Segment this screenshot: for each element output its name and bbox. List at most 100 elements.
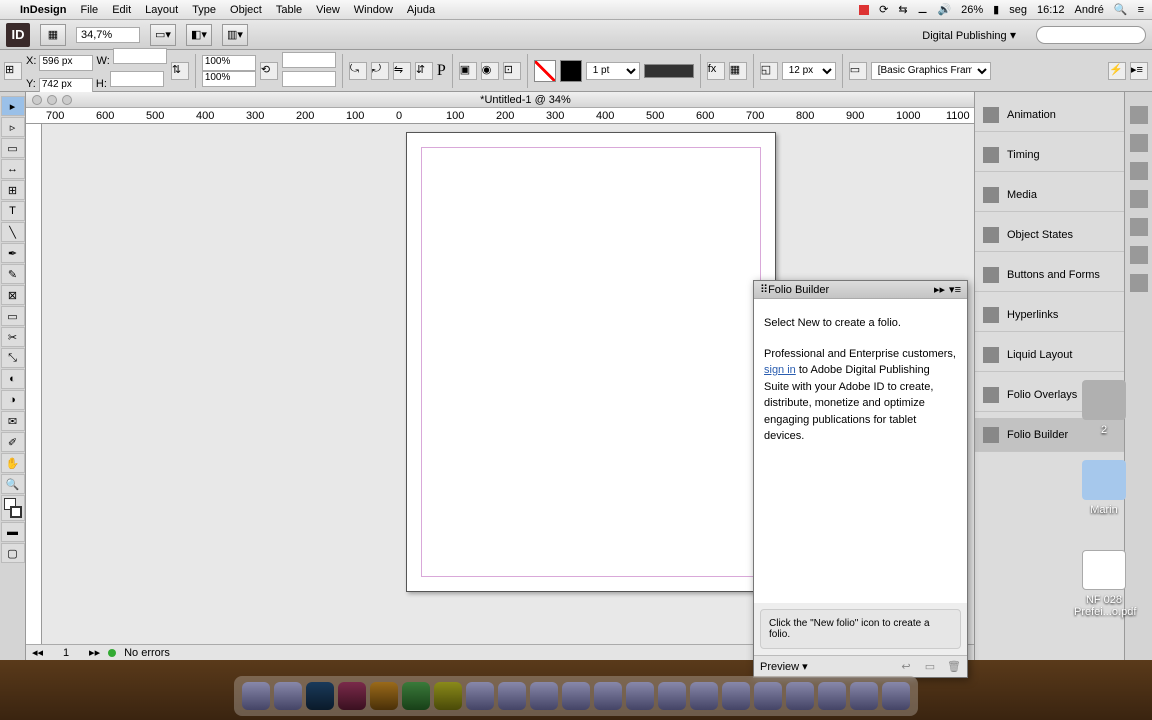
- quick-apply-icon[interactable]: ⚡: [1108, 62, 1126, 80]
- stroke-weight-field[interactable]: 1 pt: [586, 62, 640, 80]
- dock-trash-icon[interactable]: [882, 682, 910, 710]
- layers-panel-icon[interactable]: [1130, 134, 1148, 152]
- reference-point-icon[interactable]: ⊞: [4, 62, 22, 80]
- rotate-field[interactable]: [282, 52, 336, 68]
- page-tool[interactable]: ▭: [1, 138, 25, 158]
- desktop-item-marin[interactable]: Marin: [1074, 460, 1134, 516]
- select-content-icon[interactable]: ◉: [481, 62, 499, 80]
- panel-timing[interactable]: Timing: [975, 138, 1124, 172]
- zoom-tool[interactable]: 🔍: [1, 474, 25, 494]
- select-container-icon[interactable]: ▣: [459, 62, 477, 80]
- menu-help[interactable]: Ajuda: [407, 4, 435, 16]
- vertical-ruler[interactable]: [26, 124, 42, 644]
- swatches-panel-icon[interactable]: [1130, 246, 1148, 264]
- dock-app8-icon[interactable]: [722, 682, 750, 710]
- constrain-icon[interactable]: ⇅: [171, 62, 189, 80]
- note-tool[interactable]: ✉: [1, 411, 25, 431]
- dock-safari-icon[interactable]: [530, 682, 558, 710]
- scissors-tool[interactable]: ✂: [1, 327, 25, 347]
- rotate-cw-icon[interactable]: ⤾: [371, 62, 389, 80]
- dock-app-icon[interactable]: [274, 682, 302, 710]
- preflight-status[interactable]: No errors: [124, 647, 170, 659]
- selection-tool[interactable]: ▸: [1, 96, 25, 116]
- folio-delete-icon[interactable]: 🗑: [947, 660, 961, 674]
- rectangle-frame-tool[interactable]: ⊠: [1, 285, 25, 305]
- gap-field[interactable]: 12 px: [782, 62, 836, 80]
- sync-icon[interactable]: ⇆: [898, 3, 907, 16]
- panel-liquid-layout[interactable]: Liquid Layout: [975, 338, 1124, 372]
- traffic-min-icon[interactable]: [47, 95, 57, 105]
- dock-app3-icon[interactable]: [498, 682, 526, 710]
- dock-app11-icon[interactable]: [818, 682, 846, 710]
- stroke-style-dropdown[interactable]: [644, 64, 694, 78]
- flip-v-icon[interactable]: ⇵: [415, 62, 433, 80]
- menu-edit[interactable]: Edit: [112, 4, 131, 16]
- help-search-input[interactable]: [1036, 26, 1146, 44]
- eyedropper-tool[interactable]: ✐: [1, 432, 25, 452]
- user-name[interactable]: André: [1075, 4, 1104, 16]
- dock-indesign-icon[interactable]: [338, 682, 366, 710]
- page[interactable]: [406, 132, 776, 592]
- battery-icon[interactable]: ▮: [993, 3, 999, 16]
- shear-field[interactable]: [282, 71, 336, 87]
- x-field[interactable]: 596 px: [39, 55, 93, 71]
- pencil-tool[interactable]: ✎: [1, 264, 25, 284]
- folio-preview-dropdown[interactable]: Preview ▾: [760, 660, 808, 673]
- dock-app5-icon[interactable]: [626, 682, 654, 710]
- notification-center-icon[interactable]: ≡: [1138, 4, 1144, 16]
- content-collector-tool[interactable]: ⊞: [1, 180, 25, 200]
- panel-animation[interactable]: Animation: [975, 98, 1124, 132]
- pages-panel-icon[interactable]: [1130, 106, 1148, 124]
- menu-table[interactable]: Table: [276, 4, 302, 16]
- gradient-swatch-tool[interactable]: ◐: [1, 369, 25, 389]
- dock-app9-icon[interactable]: [754, 682, 782, 710]
- app-name[interactable]: InDesign: [20, 4, 66, 16]
- menu-window[interactable]: Window: [354, 4, 393, 16]
- workspace-switcher[interactable]: Digital Publishing ▾: [912, 26, 1026, 44]
- folio-signin-link[interactable]: sign in: [764, 364, 796, 376]
- panel-buttons-forms[interactable]: Buttons and Forms: [975, 258, 1124, 292]
- page-nav-next[interactable]: ▸▸: [89, 646, 100, 659]
- rectangle-tool[interactable]: ▭: [1, 306, 25, 326]
- menu-object[interactable]: Object: [230, 4, 262, 16]
- dock-illustrator-icon[interactable]: [370, 682, 398, 710]
- dock-app10-icon[interactable]: [786, 682, 814, 710]
- bridge-button[interactable]: ▦: [40, 24, 66, 46]
- links-panel-icon[interactable]: [1130, 162, 1148, 180]
- preflight-status-icon[interactable]: [108, 649, 116, 657]
- dock-finder-icon[interactable]: [242, 682, 270, 710]
- stroke-panel-icon[interactable]: [1130, 190, 1148, 208]
- flip-h-icon[interactable]: ⇋: [393, 62, 411, 80]
- fill-swatch[interactable]: [534, 60, 556, 82]
- horizontal-ruler[interactable]: 7006005004003002001000100200300400500600…: [26, 108, 974, 124]
- traffic-close-icon[interactable]: [32, 95, 42, 105]
- screen-mode-button[interactable]: ◧▾: [186, 24, 212, 46]
- cc-libraries-panel-icon[interactable]: [1130, 274, 1148, 292]
- h-field[interactable]: [110, 71, 164, 87]
- dock-mail-icon[interactable]: [562, 682, 590, 710]
- free-transform-tool[interactable]: ⤡: [1, 348, 25, 368]
- panel-media[interactable]: Media: [975, 178, 1124, 212]
- view-options-button[interactable]: ▭▾: [150, 24, 176, 46]
- dock-app6-icon[interactable]: [658, 682, 686, 710]
- traffic-zoom-icon[interactable]: [62, 95, 72, 105]
- dock-app4-icon[interactable]: [594, 682, 622, 710]
- hand-tool[interactable]: ✋: [1, 453, 25, 473]
- scale-y-field[interactable]: 100%: [202, 71, 256, 87]
- arrange-button[interactable]: ▥▾: [222, 24, 248, 46]
- menu-view[interactable]: View: [316, 4, 340, 16]
- screen-mode-tool[interactable]: ▢: [1, 543, 25, 563]
- rotate-ccw-icon[interactable]: ⤿: [349, 62, 367, 80]
- frame-options-icon[interactable]: ▭: [849, 62, 867, 80]
- page-nav-prev[interactable]: ◂◂: [32, 646, 43, 659]
- folio-panel-collapse-icon[interactable]: ▸▸: [934, 283, 945, 296]
- spotlight-icon[interactable]: 🔍: [1114, 3, 1128, 16]
- panel-object-states[interactable]: Object States: [975, 218, 1124, 252]
- menu-file[interactable]: File: [80, 4, 98, 16]
- folio-new-folio-icon[interactable]: ▭: [923, 660, 937, 674]
- apply-color-tool[interactable]: ▬: [1, 522, 25, 542]
- type-tool[interactable]: T: [1, 201, 25, 221]
- pen-tool[interactable]: ✒: [1, 243, 25, 263]
- dock-app2-icon[interactable]: [466, 682, 494, 710]
- menu-layout[interactable]: Layout: [145, 4, 178, 16]
